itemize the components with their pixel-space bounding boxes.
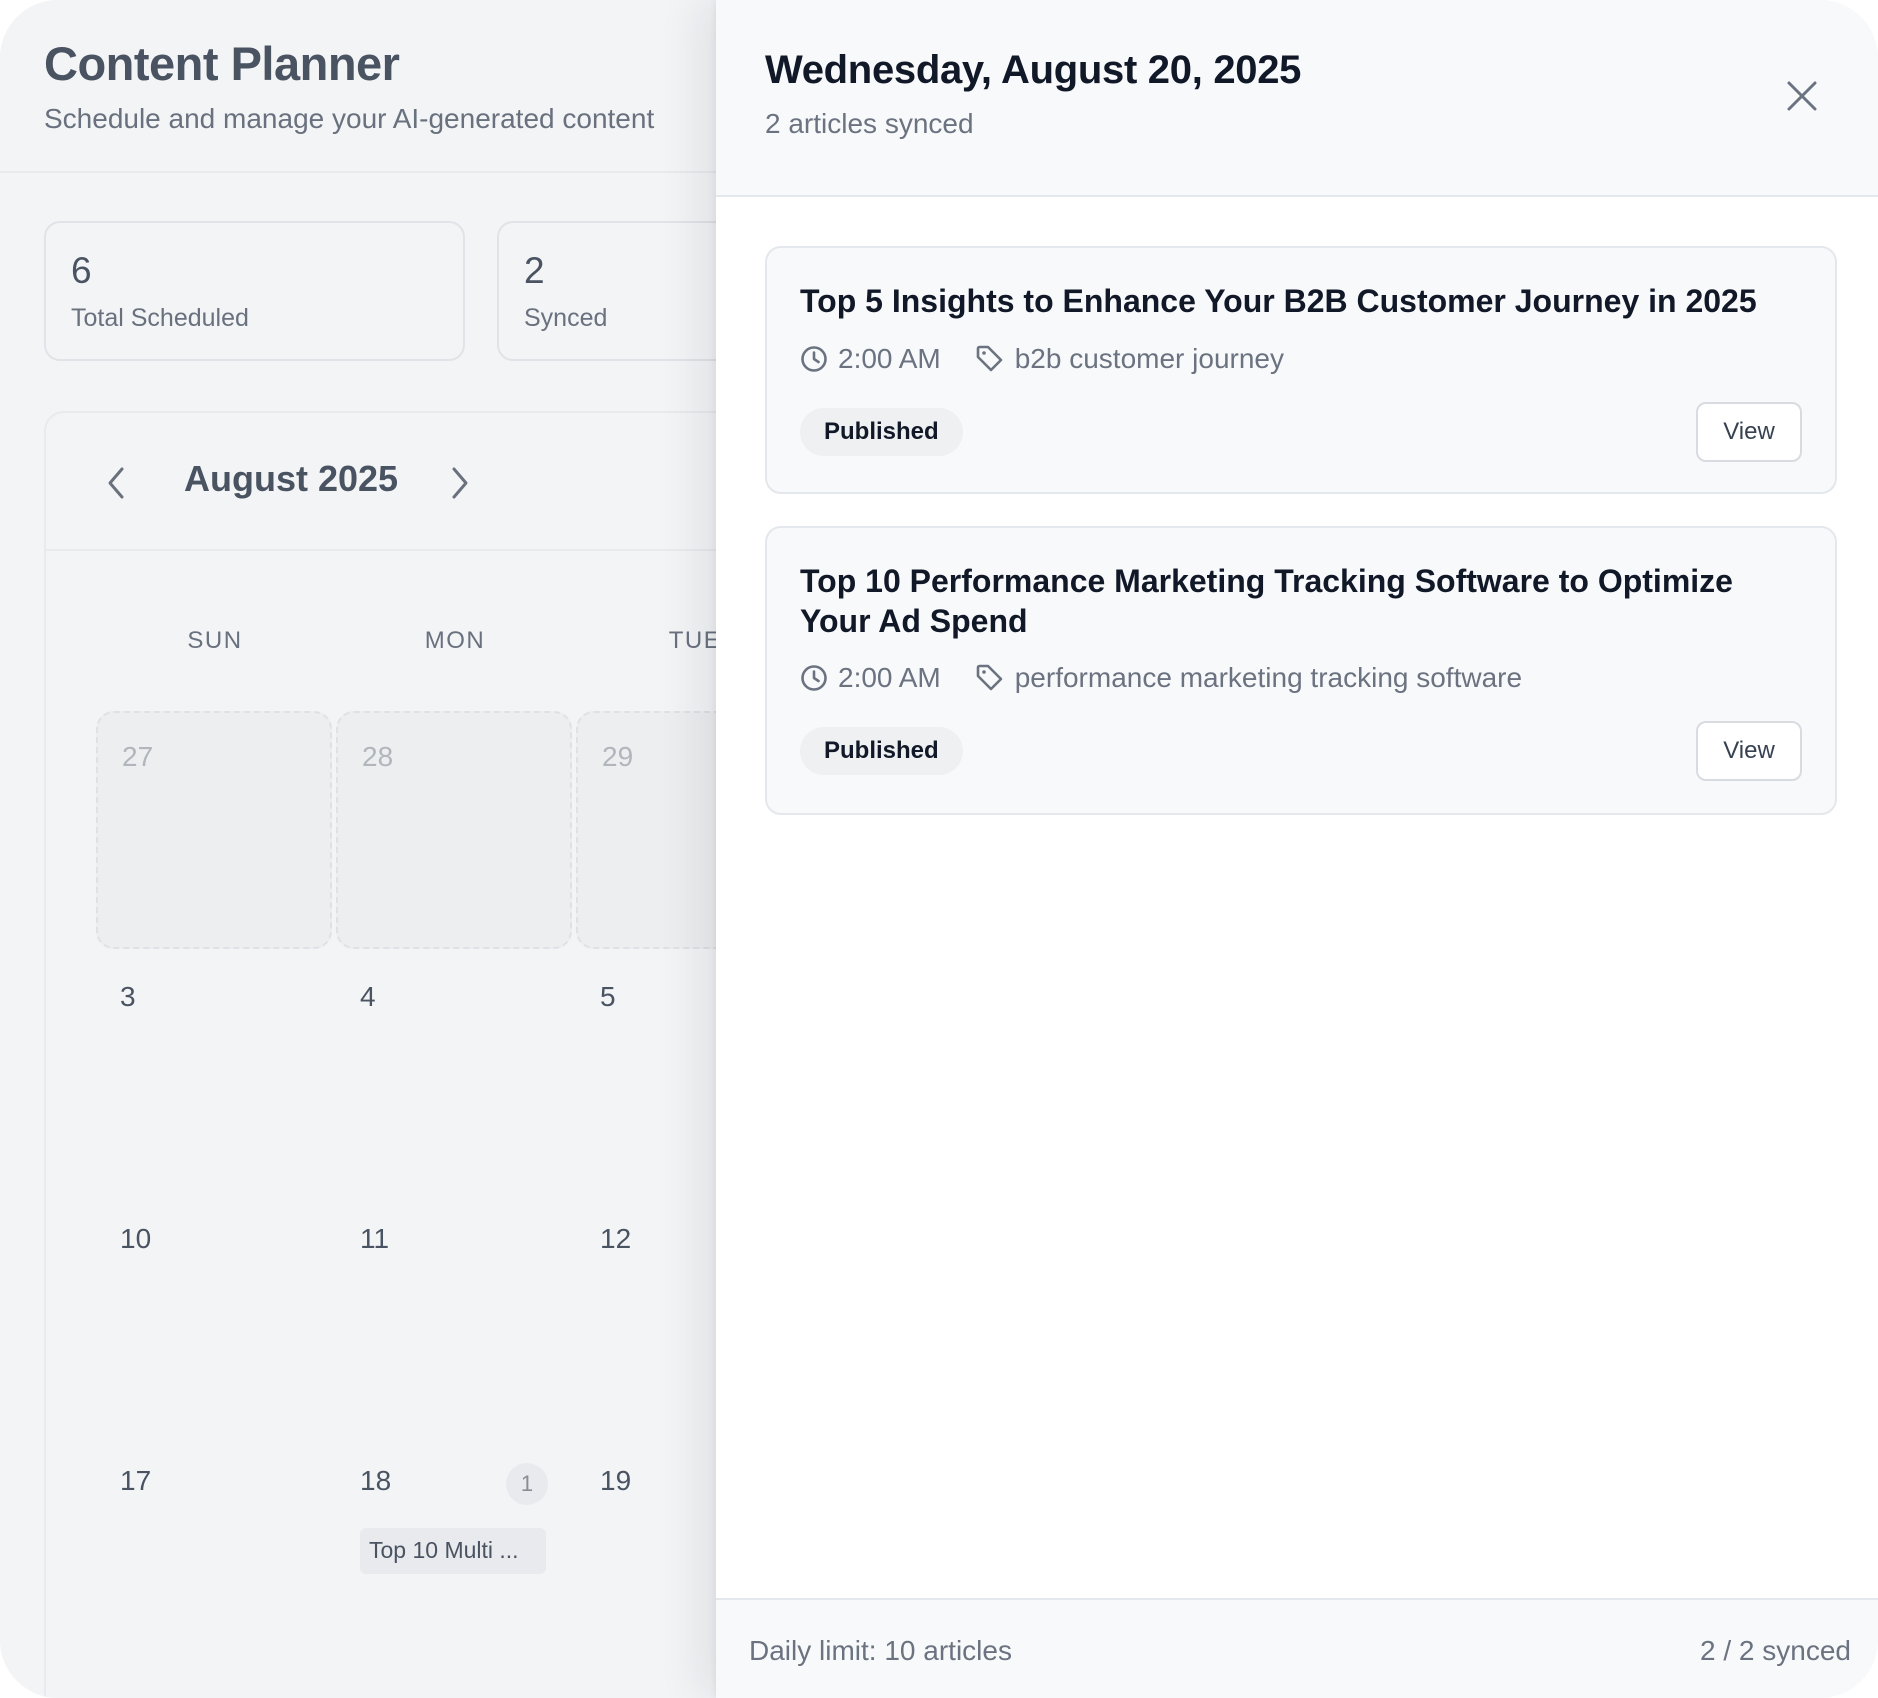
drawer-header: Wednesday, August 20, 2025 2 articles sy… bbox=[716, 0, 1878, 197]
status-badge: Published bbox=[800, 727, 963, 775]
article-keyword: b2b customer journey bbox=[975, 343, 1284, 375]
article-time-text: 2:00 AM bbox=[838, 343, 941, 374]
drawer-footer: Daily limit: 10 articles 2 / 2 synced bbox=[716, 1598, 1878, 1698]
day-detail-drawer: Wednesday, August 20, 2025 2 articles sy… bbox=[716, 0, 1878, 1698]
article-keyword: performance marketing tracking software bbox=[975, 662, 1522, 694]
synced-count-text: 2 / 2 synced bbox=[1700, 1635, 1851, 1666]
close-icon bbox=[1787, 81, 1817, 111]
daily-limit-text: Daily limit: 10 articles bbox=[749, 1635, 1012, 1666]
clock-icon bbox=[801, 665, 827, 691]
app-frame: Content Planner Schedule and manage your… bbox=[0, 0, 1878, 1698]
article-card: Top 10 Performance Marketing Tracking So… bbox=[765, 526, 1837, 815]
close-drawer-button[interactable] bbox=[1782, 76, 1822, 116]
article-time: 2:00 AM bbox=[800, 662, 941, 694]
article-keyword-text: b2b customer journey bbox=[1014, 343, 1284, 374]
article-title: Top 5 Insights to Enhance Your B2B Custo… bbox=[800, 283, 1757, 319]
clock-icon bbox=[801, 346, 827, 372]
article-time: 2:00 AM bbox=[800, 343, 941, 375]
article-meta: 2:00 AM performance marketing tracking s… bbox=[800, 662, 1522, 694]
tag-icon bbox=[976, 345, 1003, 372]
article-title: Top 10 Performance Marketing Tracking So… bbox=[800, 563, 1733, 639]
view-article-button[interactable]: View bbox=[1696, 721, 1802, 781]
article-card: Top 5 Insights to Enhance Your B2B Custo… bbox=[765, 246, 1837, 494]
drawer-subtitle: 2 articles synced bbox=[765, 108, 974, 139]
drawer-title: Wednesday, August 20, 2025 bbox=[765, 48, 1302, 92]
status-badge: Published bbox=[800, 408, 963, 456]
article-keyword-text: performance marketing tracking software bbox=[1014, 662, 1523, 693]
tag-icon bbox=[976, 664, 1003, 691]
article-time-text: 2:00 AM bbox=[838, 662, 941, 693]
article-meta: 2:00 AM b2b customer journey bbox=[800, 343, 1284, 375]
backdrop-overlay[interactable] bbox=[0, 0, 716, 1698]
view-article-button[interactable]: View bbox=[1696, 402, 1802, 462]
